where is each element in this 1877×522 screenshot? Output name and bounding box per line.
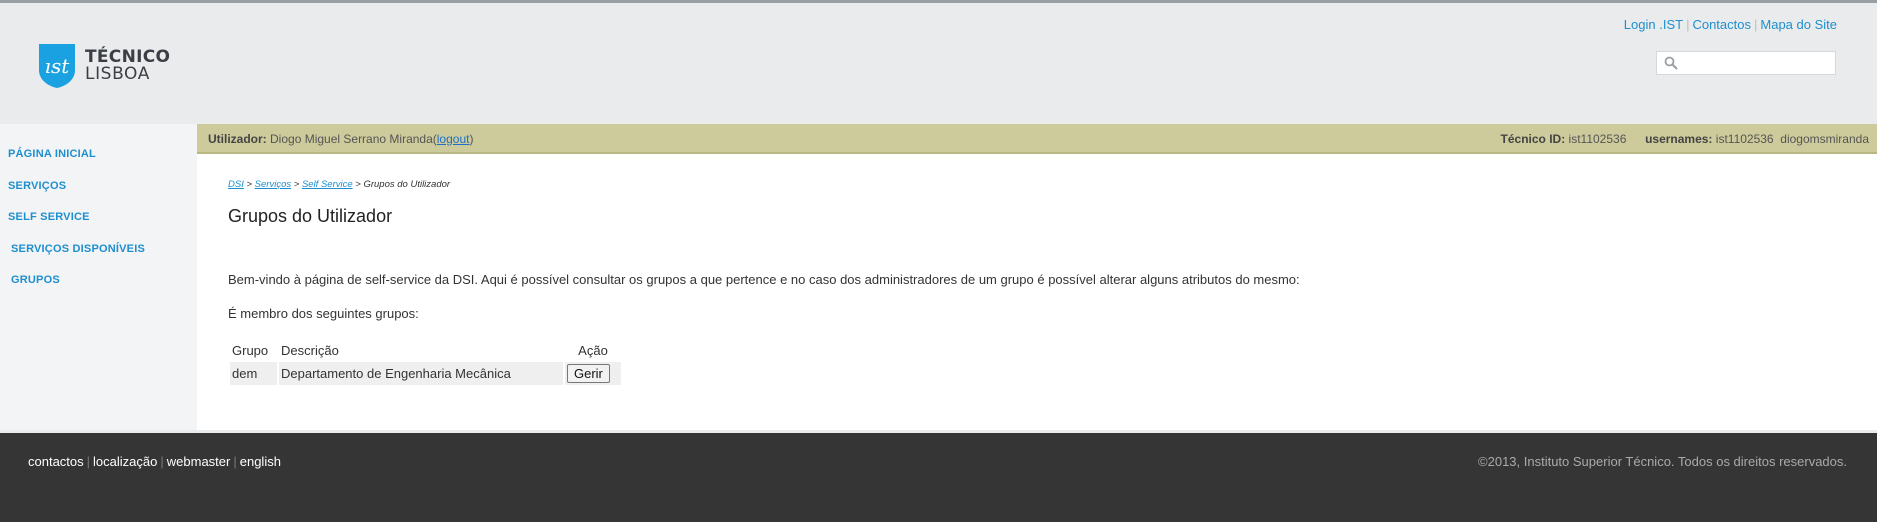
search-input[interactable] <box>1681 54 1831 72</box>
header-grupo: Grupo <box>232 342 269 358</box>
logout-link[interactable]: logout <box>437 132 470 146</box>
svg-text:ıst: ıst <box>45 54 71 78</box>
intro-text: Bem-vindo à página de self-service da DS… <box>228 272 1300 287</box>
logo-text: TÉCNICO LISBOA <box>85 49 170 83</box>
contacts-link[interactable]: Contactos <box>1692 17 1751 32</box>
search-icon <box>1664 56 1678 70</box>
sidebar-item-grupos[interactable]: Grupos <box>11 274 60 286</box>
shield-logo-icon: ıst <box>39 44 75 88</box>
usernames-value: ist1102536 diogomsmiranda <box>1715 132 1869 146</box>
separator: | <box>1754 17 1758 32</box>
sitemap-link[interactable]: Mapa do Site <box>1760 17 1837 32</box>
tecnico-id-label: Técnico ID: <box>1500 132 1566 146</box>
table-header-row: Grupo Descrição Ação <box>230 340 621 360</box>
breadcrumb-sep: > <box>352 179 364 190</box>
site-footer: contactos | localização | webmaster | english … <box>0 433 1877 522</box>
breadcrumb: DSI > Serviços > Self Service > Grupos d… <box>228 179 450 190</box>
sidebar-item-servicos-disponiveis[interactable]: Serviços Disponíveis <box>11 243 145 255</box>
breadcrumb-current: Grupos do Utilizador <box>363 179 451 190</box>
footer-links: contactos | localização | webmaster | english <box>28 454 281 469</box>
breadcrumb-sep: > <box>243 179 255 190</box>
user-label: Utilizador: <box>208 132 267 146</box>
cell-grupo: dem <box>230 362 277 385</box>
sidebar: Página Inicial Serviços Self Service Ser… <box>0 124 197 430</box>
login-link[interactable]: Login .IST <box>1624 17 1683 32</box>
sidebar-item-self-service[interactable]: Self Service <box>8 211 90 223</box>
tecnico-id-value: ist1102536 <box>1568 132 1627 146</box>
separator: | <box>86 454 91 469</box>
cell-descricao: Departamento de Engenharia Mecânica <box>279 362 563 385</box>
footer-link-webmaster[interactable]: webmaster <box>167 454 231 469</box>
sidebar-item-servicos[interactable]: Serviços <box>8 180 66 192</box>
copyright-text: ©2013, Instituto Superior Técnico. Todos… <box>1478 454 1847 469</box>
breadcrumb-self-service[interactable]: Self Service <box>302 179 353 190</box>
user-info: Utilizador: Diogo Miguel Serrano Miranda… <box>208 132 473 146</box>
logout-paren-close: ) <box>469 132 474 146</box>
separator: | <box>1686 17 1690 32</box>
breadcrumb-sep: > <box>291 179 302 190</box>
search-box[interactable] <box>1656 51 1836 75</box>
page-title: Grupos do Utilizador <box>228 206 393 226</box>
separator: | <box>160 454 164 469</box>
groups-table: Grupo Descrição Ação dem Departamento de… <box>228 338 623 387</box>
user-name: Diogo Miguel Serrano Miranda <box>270 132 433 146</box>
usernames-label: usernames: <box>1645 132 1713 146</box>
sidebar-item-pagina-inicial[interactable]: Página Inicial <box>8 148 96 160</box>
footer-link-english[interactable]: english <box>240 454 281 469</box>
gerir-button[interactable]: Gerir <box>567 364 610 383</box>
footer-link-localizacao[interactable]: localização <box>93 454 157 469</box>
member-text: É membro dos seguintes grupos: <box>228 306 419 321</box>
table-row: dem Departamento de Engenharia Mecânica … <box>230 362 621 385</box>
site-header: ıst TÉCNICO LISBOA Login .IST | Contactos |… <box>0 3 1877 124</box>
cell-acao: Gerir <box>565 362 621 385</box>
separator: | <box>233 454 237 469</box>
logo-line-2: LISBOA <box>85 64 150 84</box>
main-content: Utilizador: Diogo Miguel Serrano Miranda… <box>197 124 1877 430</box>
header-acao: Ação <box>578 342 608 358</box>
tecnico-logo[interactable]: ıst TÉCNICO LISBOA <box>38 43 170 89</box>
top-links: Login .IST | Contactos | Mapa do Site <box>1624 17 1837 32</box>
breadcrumb-servicos[interactable]: Serviços <box>255 179 291 190</box>
breadcrumb-dsi[interactable]: DSI <box>228 179 244 190</box>
user-bar: Utilizador: Diogo Miguel Serrano Miranda… <box>197 124 1877 154</box>
footer-link-contactos[interactable]: contactos <box>28 454 84 469</box>
user-ids: Técnico ID: ist1102536 usernames: ist110… <box>1501 132 1869 146</box>
header-descricao: Descrição <box>281 342 339 358</box>
